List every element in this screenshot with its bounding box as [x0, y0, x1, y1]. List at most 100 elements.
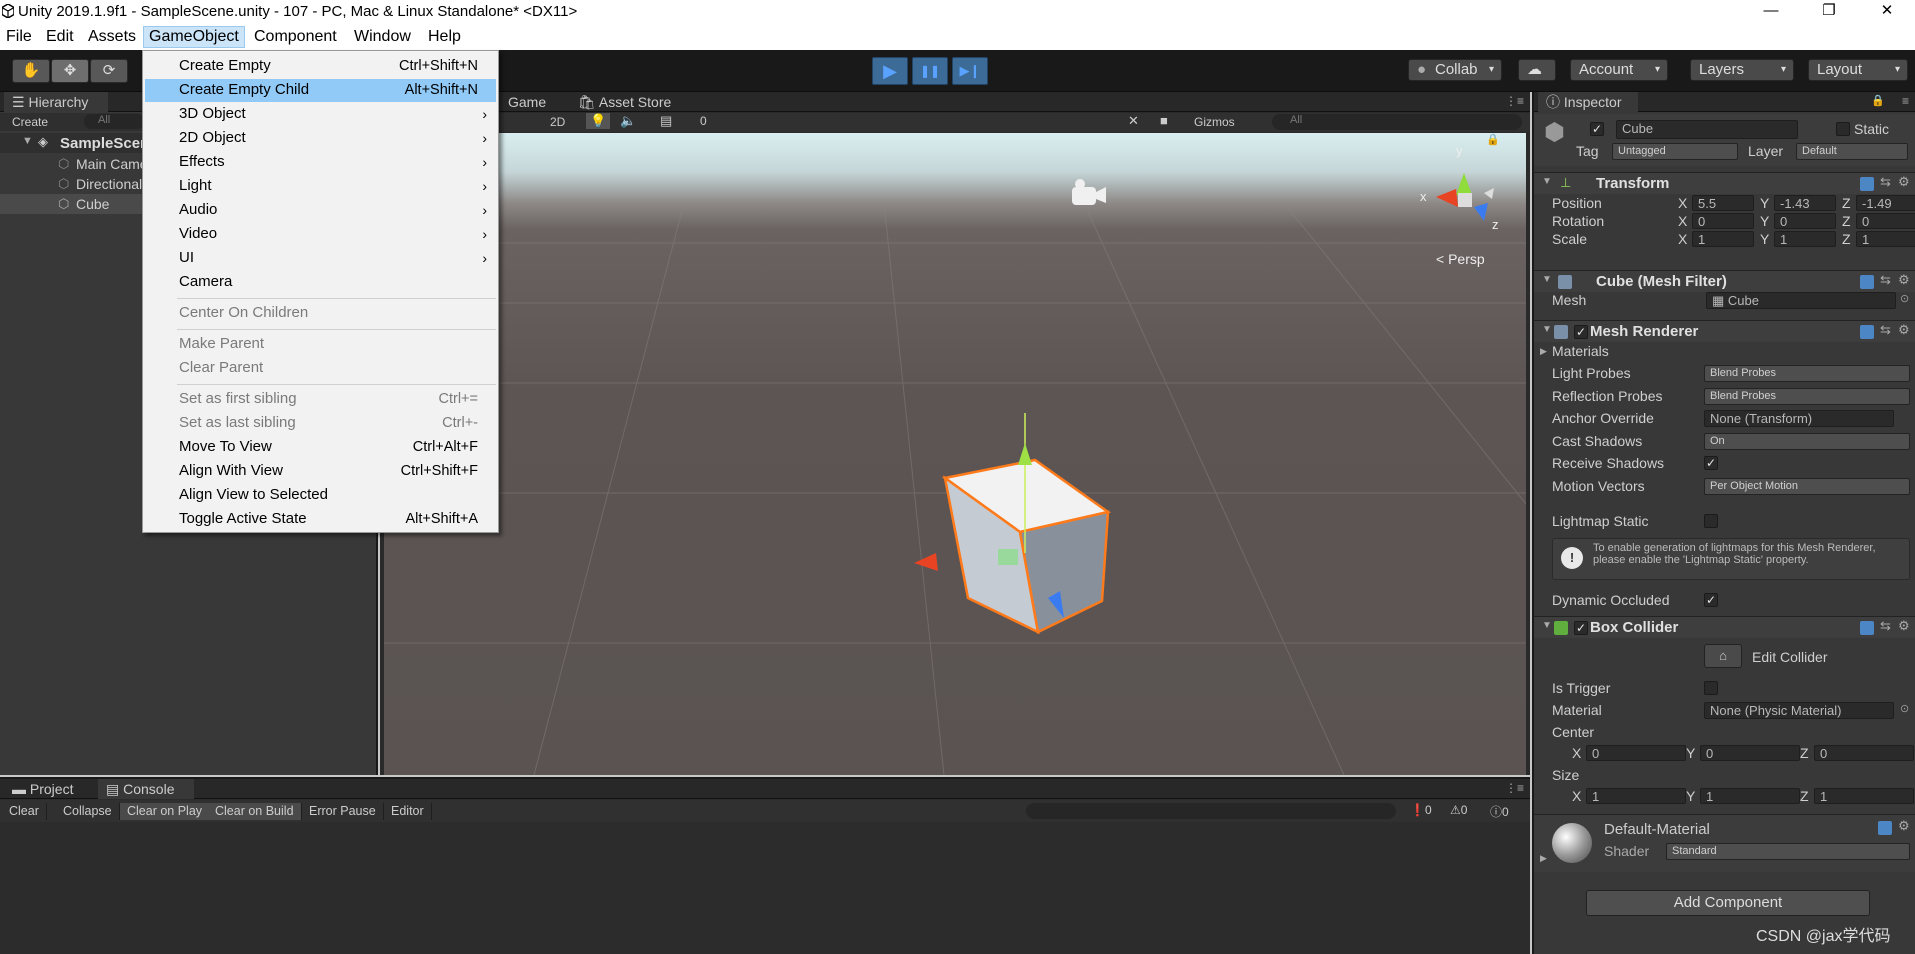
- transform-header[interactable]: ▼ ⊥ Transform ⇆ ⚙: [1534, 172, 1915, 194]
- warning-count[interactable]: ⚠0: [1450, 803, 1467, 817]
- editor-dropdown[interactable]: Editor: [384, 803, 432, 820]
- layer-dropdown[interactable]: Default: [1796, 143, 1908, 160]
- is-trigger-checkbox[interactable]: [1704, 681, 1718, 695]
- menu-assets[interactable]: Assets: [84, 28, 140, 46]
- error-pause-button[interactable]: Error Pause: [302, 803, 384, 820]
- camera-gizmo-icon[interactable]: [1072, 179, 1106, 205]
- size-y-field[interactable]: 1: [1700, 788, 1800, 804]
- collab-dropdown[interactable]: ● Collab ▾: [1408, 59, 1502, 81]
- hidden-objects-count[interactable]: 0: [700, 114, 707, 128]
- info-count[interactable]: ⓘ0: [1490, 803, 1509, 820]
- collapse-button[interactable]: Collapse: [56, 803, 120, 820]
- clear-on-play-button[interactable]: Clear on Play: [120, 803, 211, 820]
- menu-gameobject[interactable]: GameObject: [143, 26, 245, 48]
- menu-item[interactable]: 3D Object ›: [145, 103, 496, 126]
- transform-z-field[interactable]: 1: [1856, 231, 1915, 247]
- menu-item[interactable]: Align View to Selected: [145, 484, 496, 507]
- error-count[interactable]: ❗0: [1410, 803, 1432, 817]
- lightmap-static-checkbox[interactable]: [1704, 514, 1718, 528]
- clear-button[interactable]: Clear: [2, 803, 47, 820]
- persp-toggle[interactable]: < Persp: [1436, 251, 1485, 267]
- expand-arrow-icon[interactable]: ▶: [1540, 346, 1547, 357]
- transform-x-field[interactable]: 0: [1692, 213, 1754, 229]
- collapse-arrow-icon[interactable]: ▼: [1542, 324, 1552, 335]
- gear-icon[interactable]: ⚙: [1898, 174, 1910, 190]
- gear-icon[interactable]: ⚙: [1898, 618, 1910, 634]
- center-y-field[interactable]: 0: [1700, 745, 1800, 761]
- menu-item[interactable]: Create Empty Ctrl+Shift+N: [145, 55, 496, 78]
- help-icon[interactable]: [1860, 621, 1874, 635]
- lighting-icon[interactable]: 💡: [586, 113, 611, 129]
- expand-arrow-icon[interactable]: ▼: [22, 135, 33, 147]
- gear-icon[interactable]: ⚙: [1898, 272, 1910, 288]
- transform-y-field[interactable]: 1: [1774, 231, 1836, 247]
- collapse-arrow-icon[interactable]: ▼: [1542, 620, 1552, 631]
- preset-icon[interactable]: ⇆: [1880, 272, 1891, 288]
- transform-y-field[interactable]: -1.43: [1774, 195, 1836, 211]
- cloud-button[interactable]: ☁: [1518, 59, 1556, 81]
- tools-icon[interactable]: ✕: [1128, 113, 1139, 129]
- menu-item[interactable]: 2D Object ›: [145, 127, 496, 150]
- close-button[interactable]: ✕: [1862, 0, 1912, 24]
- center-x-field[interactable]: 0: [1586, 745, 1686, 761]
- menu-item[interactable]: Video ›: [145, 223, 496, 246]
- x-axis-handle[interactable]: [914, 553, 938, 571]
- create-dropdown[interactable]: Create: [12, 115, 48, 129]
- preset-icon[interactable]: ⇆: [1880, 618, 1891, 634]
- edit-collider-button[interactable]: ⌂: [1704, 644, 1742, 668]
- menu-item[interactable]: UI ›: [145, 247, 496, 270]
- 2d-toggle[interactable]: 2D: [550, 115, 565, 129]
- orientation-gizmo[interactable]: [1436, 173, 1494, 221]
- menu-item[interactable]: Align With View Ctrl+Shift+F: [145, 460, 496, 483]
- lock-icon[interactable]: 🔒: [1486, 133, 1500, 146]
- transform-y-field[interactable]: 0: [1774, 213, 1836, 229]
- meshrenderer-enabled-checkbox[interactable]: ✓: [1574, 325, 1588, 339]
- pause-button[interactable]: ❚❚: [912, 57, 948, 85]
- menu-item[interactable]: Create Empty Child Alt+Shift+N: [145, 79, 496, 102]
- meshrenderer-header[interactable]: ▼ ✓ Mesh Renderer ⇆ ⚙: [1534, 320, 1915, 342]
- transform-z-field[interactable]: -1.49: [1856, 195, 1915, 211]
- tab-console[interactable]: ▤ Console: [98, 779, 194, 799]
- receive-shadows-checkbox[interactable]: ✓: [1704, 456, 1718, 470]
- meshrenderer-row-value[interactable]: Blend Probes: [1704, 387, 1910, 405]
- preset-icon[interactable]: ⇆: [1880, 174, 1891, 190]
- boxcollider-enabled-checkbox[interactable]: ✓: [1574, 621, 1588, 635]
- account-dropdown[interactable]: Account ▾: [1570, 59, 1668, 81]
- meshrenderer-row-value[interactable]: None (Transform): [1704, 410, 1894, 427]
- tab-game[interactable]: Game: [500, 92, 554, 112]
- scene-search[interactable]: All: [1272, 114, 1522, 130]
- effects-icon[interactable]: ▤: [660, 113, 672, 129]
- add-component-button[interactable]: Add Component: [1586, 890, 1870, 916]
- panel-menu-icon[interactable]: ≡: [1902, 94, 1909, 108]
- console-search[interactable]: [1026, 803, 1396, 819]
- gizmos-dropdown[interactable]: Gizmos: [1194, 115, 1235, 129]
- menu-item[interactable]: Effects ›: [145, 151, 496, 174]
- tab-asset-store[interactable]: 🛍 Asset Store: [570, 92, 679, 112]
- shader-dropdown[interactable]: Standard: [1666, 843, 1910, 860]
- step-button[interactable]: ▶❙: [952, 57, 988, 85]
- dynamic-occluded-checkbox[interactable]: ✓: [1704, 593, 1718, 607]
- gear-icon[interactable]: ⚙: [1898, 322, 1910, 338]
- hand-tool-button[interactable]: ✋: [12, 59, 50, 83]
- help-icon[interactable]: [1878, 821, 1892, 835]
- boxcollider-header[interactable]: ▼ ✓ Box Collider ⇆ ⚙: [1534, 616, 1915, 638]
- menu-item[interactable]: Light ›: [145, 175, 496, 198]
- panel-menu-icon[interactable]: ⋮≡: [1505, 781, 1524, 795]
- size-x-field[interactable]: 1: [1586, 788, 1686, 804]
- menu-window[interactable]: Window: [350, 28, 415, 46]
- meshrenderer-row-value[interactable]: Per Object Motion: [1704, 477, 1910, 495]
- transform-z-field[interactable]: 0: [1856, 213, 1915, 229]
- hierarchy-search[interactable]: All: [84, 114, 144, 129]
- move-tool-button[interactable]: ✥: [51, 59, 89, 83]
- transform-x-field[interactable]: 1: [1692, 231, 1754, 247]
- preset-icon[interactable]: ⇆: [1880, 322, 1891, 338]
- menu-item[interactable]: Camera: [145, 271, 496, 294]
- clear-on-build-button[interactable]: Clear on Build: [208, 803, 302, 820]
- meshfilter-header[interactable]: ▼ Cube (Mesh Filter) ⇆ ⚙: [1534, 270, 1915, 292]
- camera-icon[interactable]: ■: [1160, 113, 1168, 128]
- collapse-arrow-icon[interactable]: ▼: [1542, 176, 1552, 187]
- help-icon[interactable]: [1860, 325, 1874, 339]
- menu-item[interactable]: Audio ›: [145, 199, 496, 222]
- collapse-arrow-icon[interactable]: ▼: [1542, 274, 1552, 285]
- menu-component[interactable]: Component: [250, 28, 341, 46]
